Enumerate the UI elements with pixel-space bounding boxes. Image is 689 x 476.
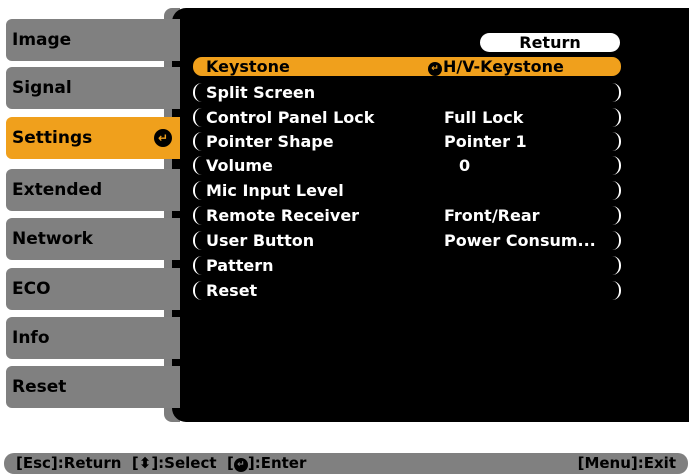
help-enter-post: ]:Enter xyxy=(247,454,307,472)
row-value-wrap: ↵ H/V-Keystone xyxy=(428,57,564,76)
row-label: Mic Input Level xyxy=(206,181,344,200)
tab-label: Image xyxy=(12,30,72,50)
menu-row-user-button[interactable]: User Button Power Consum... xyxy=(193,231,621,250)
menu-row-control-panel-lock[interactable]: Control Panel Lock Full Lock xyxy=(193,108,621,127)
tab-eco[interactable]: ECO xyxy=(6,268,180,310)
up-down-arrows-icon: ⬍ xyxy=(138,454,152,472)
row-label: Split Screen xyxy=(206,83,316,102)
return-button[interactable]: Return xyxy=(480,33,620,52)
row-label: Remote Receiver xyxy=(206,206,360,225)
help-esc: [Esc]:Return xyxy=(16,454,122,472)
menu-row-pointer-shape[interactable]: Pointer Shape Pointer 1 xyxy=(193,132,621,151)
tab-label: Reset xyxy=(12,377,67,397)
menu-row-remote-receiver[interactable]: Remote Receiver Front/Rear xyxy=(193,206,621,225)
projector-menu: Image Signal Settings ↵ Extended Network… xyxy=(0,0,689,428)
row-value: H/V-Keystone xyxy=(443,57,564,76)
tab-label: Extended xyxy=(12,180,103,200)
row-label: User Button xyxy=(206,231,315,250)
menu-row-split-screen[interactable]: Split Screen xyxy=(193,83,621,102)
tab-info[interactable]: Info xyxy=(6,317,180,359)
row-label: Control Panel Lock xyxy=(206,108,375,127)
help-select-pre: [ xyxy=(131,454,139,472)
tab-reset[interactable]: Reset xyxy=(6,366,180,408)
tab-settings[interactable]: Settings ↵ xyxy=(6,117,180,159)
row-label: Pointer Shape xyxy=(206,132,334,151)
tab-extended[interactable]: Extended xyxy=(6,169,180,211)
enter-icon: ↵ xyxy=(233,458,248,472)
row-label: Pattern xyxy=(206,256,274,275)
tab-signal[interactable]: Signal xyxy=(6,67,180,109)
help-left: [Esc]:Return [⬍]:Select [↵]:Enter xyxy=(16,453,306,474)
row-value: Power Consum... xyxy=(444,231,596,250)
enter-icon: ↵ xyxy=(428,62,442,76)
tab-label: ECO xyxy=(12,279,51,299)
tab-label: Network xyxy=(12,229,93,249)
row-label: Keystone xyxy=(206,57,290,76)
menu-row-pattern[interactable]: Pattern xyxy=(193,256,621,275)
menu-row-mic-input-level[interactable]: Mic Input Level xyxy=(193,181,621,200)
tab-label: Signal xyxy=(12,78,72,98)
tab-network[interactable]: Network xyxy=(6,218,180,260)
row-value: Pointer 1 xyxy=(444,132,527,151)
help-enter-pre: [ xyxy=(227,454,234,472)
help-bar: [Esc]:Return [⬍]:Select [↵]:Enter [Menu]… xyxy=(4,453,688,474)
tab-label: Settings xyxy=(12,128,93,148)
row-label: Volume xyxy=(206,156,273,175)
row-label: Reset xyxy=(206,281,258,300)
tab-label: Info xyxy=(12,328,50,348)
enter-icon: ↵ xyxy=(154,129,172,147)
help-select-post: ]:Select xyxy=(151,454,217,472)
help-menu-exit: [Menu]:Exit xyxy=(577,454,676,472)
menu-row-reset[interactable]: Reset xyxy=(193,281,621,300)
tab-image[interactable]: Image xyxy=(6,19,180,61)
row-value: Front/Rear xyxy=(444,206,540,225)
row-value: Full Lock xyxy=(444,108,524,127)
row-value: 0 xyxy=(459,156,471,175)
menu-row-keystone[interactable]: Keystone ↵ H/V-Keystone xyxy=(193,57,621,76)
menu-row-volume[interactable]: Volume 0 xyxy=(193,156,621,175)
